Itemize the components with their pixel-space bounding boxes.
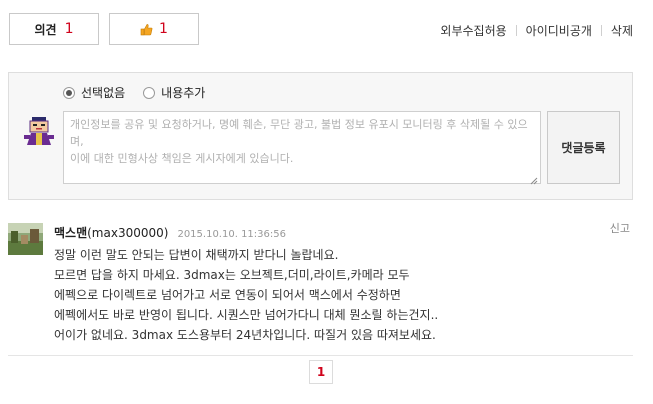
comment-type-radios: 선택없음 내용추가 — [63, 84, 223, 101]
placeholder-line: 개인정보를 공유 및 요청하거나, 명예 훼손, 무단 광고, 불법 정보 유포… — [70, 118, 528, 148]
radio-no-selection[interactable]: 선택없음 — [63, 84, 125, 101]
comment-item: 맥스맨 (max300000) 2015.10.10. 11:36:56 신고 … — [8, 214, 633, 354]
comment-line: 에펙에서도 바로 반영이 됩니다. 시퀀스만 넘어가다니 대체 뭔소릴 하는건지… — [54, 308, 439, 322]
author-id: (max300000) — [87, 226, 169, 240]
placeholder-line: 이에 대한 민형사상 책임은 게시자에게 있습니다. — [70, 152, 294, 165]
radio-add-content[interactable]: 내용추가 — [143, 84, 205, 101]
comment-date: 2015.10.10. 11:36:56 — [177, 229, 286, 240]
radio-dot[interactable] — [63, 86, 75, 99]
like-count: 1 — [159, 21, 168, 37]
divider — [8, 355, 633, 356]
opinion-count: 1 — [64, 21, 74, 37]
thumbs-up-icon — [140, 23, 153, 36]
divider — [515, 25, 517, 36]
delete-link[interactable]: 삭제 — [611, 22, 633, 39]
hide-id-link[interactable]: 아이디비공개 — [526, 22, 592, 39]
comment-line: 모르면 답을 하지 마세요. 3dmax는 오브젝트,더미,라이트,카메라 모두 — [54, 268, 410, 282]
allow-external-collect-link[interactable]: 외부수집허용 — [440, 22, 506, 39]
comment-line: 어이가 없네요. 3dmax 도스용부터 24년차입니다. 따질거 있음 따져보… — [54, 328, 436, 342]
radio-label: 선택없음 — [81, 86, 126, 100]
submit-comment-button[interactable]: 댓글등록 — [547, 111, 620, 184]
comment-options: 외부수집허용 아이디비공개 삭제 — [440, 22, 633, 39]
divider — [600, 25, 602, 36]
avatar[interactable] — [8, 223, 43, 255]
comment-line: 정말 이런 말도 안되는 답변이 채택까지 받다니 놀랍네요. — [54, 248, 339, 262]
user-avatar-icon — [21, 113, 57, 149]
comment-write-box: 선택없음 내용추가 개인정보를 공유 및 요청하거나, 명예 훼손, 무단 광고… — [8, 72, 633, 200]
author-name[interactable]: 맥스맨 — [54, 224, 87, 241]
radio-label: 내용추가 — [161, 86, 206, 100]
comment-textarea[interactable]: 개인정보를 공유 및 요청하거나, 명예 훼손, 무단 광고, 불법 정보 유포… — [63, 111, 541, 185]
opinion-count-button[interactable]: 의견 1 — [9, 13, 99, 45]
comment-header: 맥스맨 (max300000) 2015.10.10. 11:36:56 — [54, 224, 286, 241]
radio-dot[interactable] — [143, 86, 156, 99]
opinion-label: 의견 — [34, 22, 57, 37]
page-number-current[interactable]: 1 — [309, 360, 333, 384]
report-link[interactable]: 신고 — [610, 220, 630, 236]
comment-line: 에펙으로 다이렉트로 넘어가고 서로 연동이 되어서 맥스에서 수정하면 — [54, 288, 401, 302]
like-button[interactable]: 1 — [109, 13, 199, 45]
comment-toolbar: 의견 1 1 외부수집허용 아이디비공개 삭제 — [9, 13, 633, 45]
comment-body: 정말 이런 말도 안되는 답변이 채택까지 받다니 놀랍네요. 모르면 답을 하… — [54, 245, 614, 345]
resize-handle-icon[interactable] — [530, 173, 538, 185]
